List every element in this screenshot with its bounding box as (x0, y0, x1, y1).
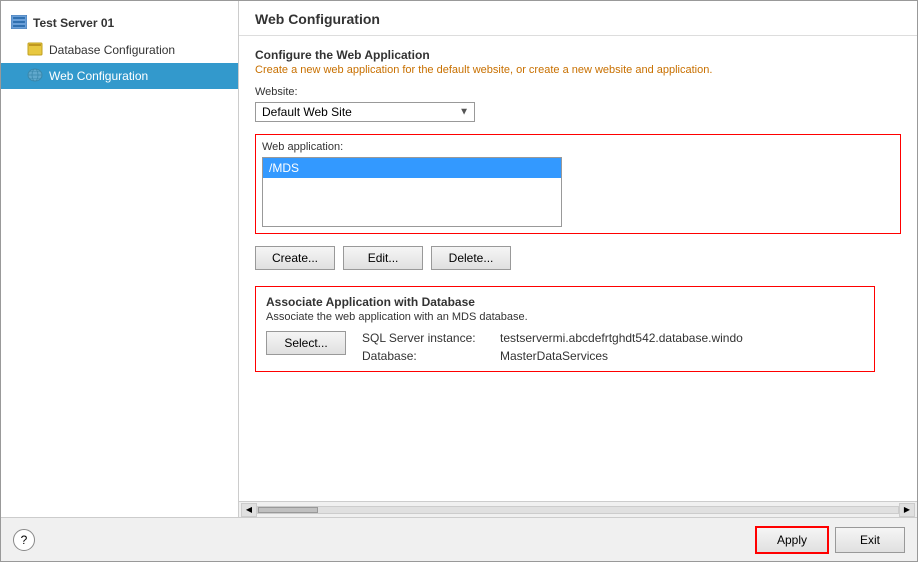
sidebar-item-database-config[interactable]: Database Configuration (1, 37, 238, 63)
database-label: Database: (362, 349, 492, 363)
website-select[interactable]: Default Web Site (255, 102, 475, 122)
hscroll-thumb[interactable] (258, 507, 318, 513)
database-icon (27, 42, 43, 58)
footer: ? Apply Exit (1, 517, 917, 561)
hscroll-right-btn[interactable]: ▶ (899, 503, 915, 517)
hscroll-bar: ◀ ▶ (239, 501, 917, 517)
section1-title: Configure the Web Application (255, 48, 901, 62)
database-row: Database: MasterDataServices (362, 349, 743, 363)
exit-button[interactable]: Exit (835, 527, 905, 553)
sidebar-item-label-web: Web Configuration (49, 69, 148, 83)
sql-server-value: testservermi.abcdefrtghdt542.database.wi… (500, 331, 743, 345)
assoc-inner: Select... SQL Server instance: testserve… (266, 331, 864, 363)
main-window: Test Server 01 Database Configuration (0, 0, 918, 562)
sql-server-label: SQL Server instance: (362, 331, 492, 345)
server-icon (11, 15, 27, 31)
panel-content: Configure the Web Application Create a n… (239, 36, 917, 501)
main-panel: Web Configuration Configure the Web Appl… (239, 1, 917, 517)
webapp-list-item[interactable]: /MDS (263, 158, 561, 178)
webapp-box: Web application: /MDS (255, 134, 901, 234)
assoc-box: Associate Application with Database Asso… (255, 286, 875, 372)
sidebar-item-label-database: Database Configuration (49, 43, 175, 57)
assoc-box-desc: Associate the web application with an MD… (266, 311, 864, 323)
hscroll-left-btn[interactable]: ◀ (241, 503, 257, 517)
webapp-box-label: Web application: (262, 141, 894, 153)
web-icon (27, 68, 43, 84)
create-button[interactable]: Create... (255, 246, 335, 270)
help-button[interactable]: ? (13, 529, 35, 551)
section1-desc: Create a new web application for the def… (255, 64, 901, 76)
sql-server-row: SQL Server instance: testservermi.abcdef… (362, 331, 743, 345)
delete-button[interactable]: Delete... (431, 246, 511, 270)
server-name: Test Server 01 (33, 16, 114, 30)
sidebar: Test Server 01 Database Configuration (1, 1, 239, 517)
select-button[interactable]: Select... (266, 331, 346, 355)
content-area: Test Server 01 Database Configuration (1, 1, 917, 517)
panel-title: Web Configuration (239, 1, 917, 36)
webapp-list[interactable]: /MDS (262, 157, 562, 227)
hscroll-track[interactable] (257, 506, 899, 514)
website-label: Website: (255, 86, 901, 98)
sidebar-item-web-config[interactable]: Web Configuration (1, 63, 238, 89)
sidebar-server: Test Server 01 (1, 9, 238, 37)
edit-button[interactable]: Edit... (343, 246, 423, 270)
database-value: MasterDataServices (500, 349, 608, 363)
assoc-box-title: Associate Application with Database (266, 295, 864, 309)
webapp-btn-row: Create... Edit... Delete... (255, 246, 901, 270)
apply-button[interactable]: Apply (755, 526, 829, 554)
assoc-right: SQL Server instance: testservermi.abcdef… (362, 331, 743, 363)
website-select-wrapper: Default Web Site ▼ (255, 102, 475, 122)
